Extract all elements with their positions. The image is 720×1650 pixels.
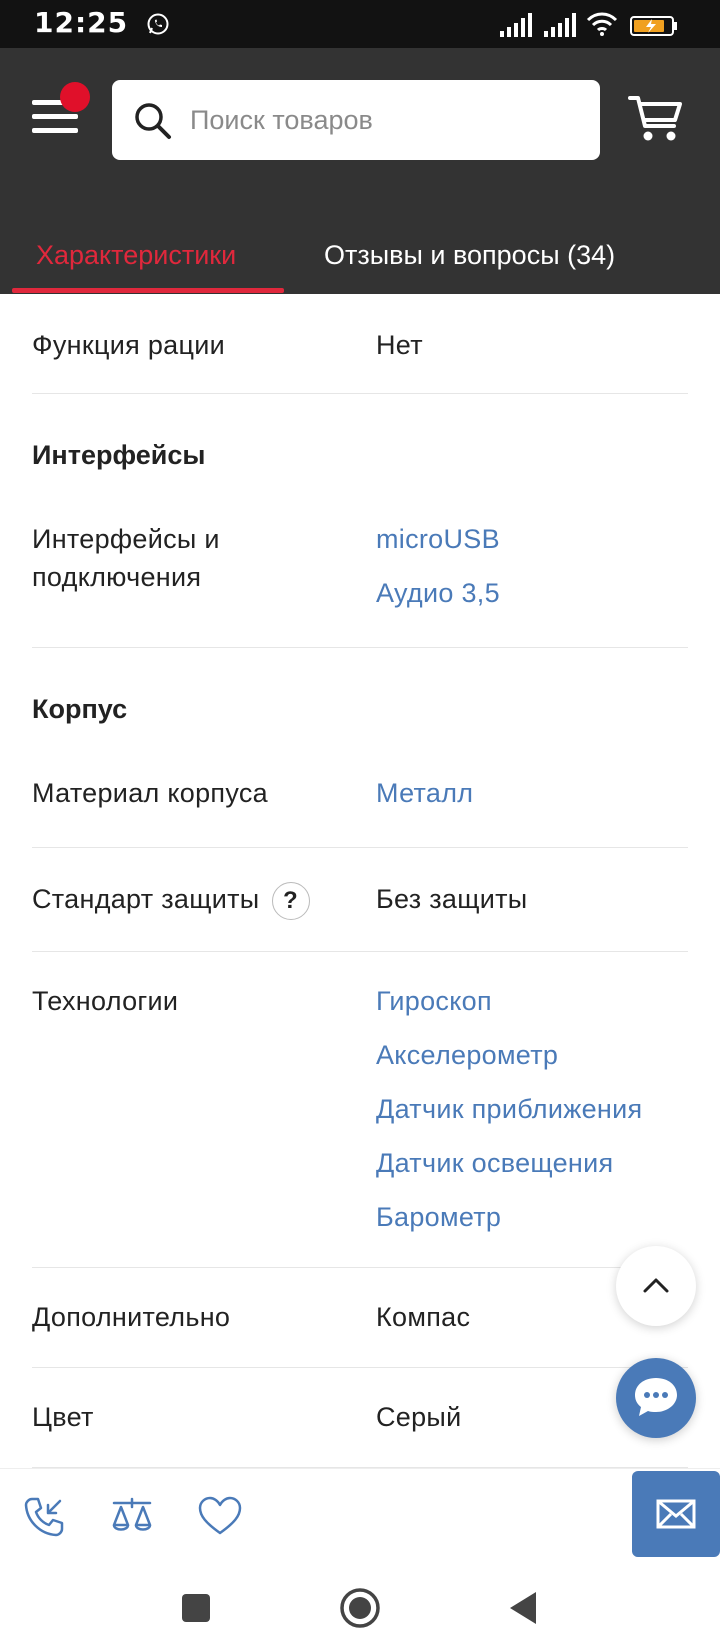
app-header: Характеристики Отзывы и вопросы (34) (0, 48, 720, 294)
spec-label: Интерфейсы и (32, 524, 220, 554)
spec-label: Стандарт защиты (32, 884, 260, 914)
back-nav-icon[interactable] (502, 1586, 546, 1630)
spec-label: Цвет (32, 1402, 94, 1432)
cart-icon[interactable] (628, 94, 684, 144)
spec-row-interfaces: Интерфейсы и подключения microUSB Аудио … (32, 494, 688, 648)
spec-value-link[interactable]: Аудио 3,5 (376, 574, 500, 612)
wifi-icon (586, 12, 618, 36)
status-time: 12:25 (34, 6, 129, 39)
spec-row-protection: Стандарт защиты? Без защиты (32, 848, 688, 952)
spec-value-link[interactable]: Металл (376, 774, 473, 812)
heart-icon[interactable] (196, 1493, 244, 1541)
spec-row-additional: Дополнительно Компас (32, 1268, 688, 1368)
spec-value-link[interactable]: Датчик приближения (376, 1090, 642, 1128)
scroll-top-button[interactable] (616, 1246, 696, 1326)
section-title-body: Корпус (32, 694, 128, 724)
signal-icon (500, 13, 532, 37)
whatsapp-icon (147, 13, 169, 35)
system-nav-bar (0, 1564, 720, 1650)
spec-row-walkie-talkie: Функция рации Нет (32, 294, 688, 394)
spec-value-link[interactable]: Датчик освещения (376, 1144, 613, 1182)
signal-icon-2 (544, 13, 576, 37)
search-input[interactable] (190, 80, 585, 160)
spec-label: Материал корпуса (32, 778, 268, 808)
spec-value: Нет (376, 330, 423, 360)
section-title-interfaces: Интерфейсы (32, 440, 206, 470)
spec-value-link[interactable]: Акселерометр (376, 1036, 558, 1074)
spec-label: Дополнительно (32, 1302, 231, 1332)
spec-label-with-help: Стандарт защиты? (32, 880, 310, 920)
spec-label: Технологии (32, 986, 179, 1016)
mail-button[interactable] (632, 1471, 720, 1557)
tab-characteristics-label: Характеристики (36, 240, 237, 270)
product-tabs: Характеристики Отзывы и вопросы (34) (0, 216, 720, 294)
circle-nav-icon[interactable] (338, 1586, 382, 1630)
compare-icon[interactable] (108, 1493, 156, 1541)
help-icon[interactable]: ? (271, 881, 310, 920)
chat-button[interactable] (616, 1358, 696, 1438)
spec-row-technologies: Технологии Гироскоп Акселерометр Датчик … (32, 952, 688, 1268)
active-tab-indicator (12, 288, 284, 293)
spec-value: Серый (376, 1402, 462, 1432)
chevron-up-icon (643, 1278, 669, 1293)
search-icon (135, 103, 171, 139)
square-nav-icon[interactable] (174, 1586, 218, 1630)
spec-row-color: Цвет Серый (32, 1368, 688, 1468)
tab-reviews-label: Отзывы и вопросы (34) (324, 240, 616, 270)
bottom-action-bar (0, 1468, 720, 1564)
search-box[interactable] (112, 80, 600, 160)
status-bar: 12:25 (0, 0, 720, 48)
mail-icon (656, 1499, 696, 1529)
battery-icon (630, 16, 677, 36)
spec-label-line2: подключения (32, 562, 202, 592)
spec-value-link[interactable]: Барометр (376, 1198, 501, 1236)
spec-value: Без защиты (376, 884, 528, 914)
spec-value-link[interactable]: Гироскоп (376, 982, 492, 1020)
phone-icon[interactable] (20, 1493, 68, 1541)
chat-icon (635, 1378, 677, 1416)
spec-row-body-material: Материал корпуса Металл (32, 734, 688, 848)
spec-value: Компас (376, 1302, 471, 1332)
spec-label: Функция рации (32, 330, 225, 360)
spec-value-link[interactable]: microUSB (376, 520, 500, 558)
notification-dot (60, 82, 90, 112)
